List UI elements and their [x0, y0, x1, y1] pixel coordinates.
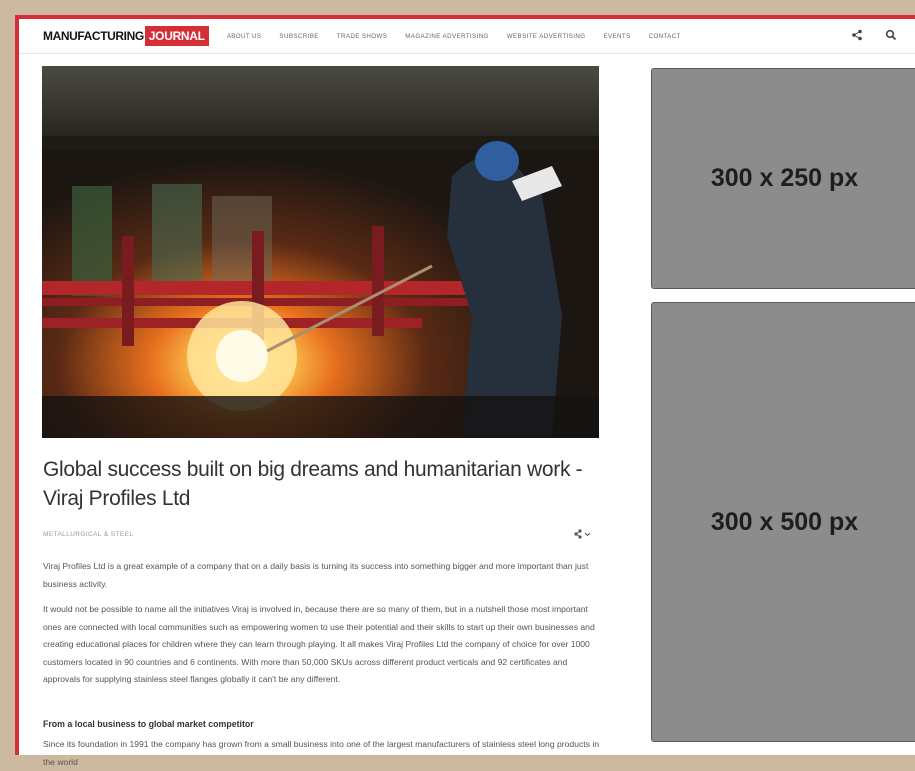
top-navbar: MANUFACTURING JOURNAL ABOUT US SUBSCRIBE…: [19, 19, 915, 54]
ad-size-label: 300 x 500 px: [710, 507, 859, 536]
nav-item-contact[interactable]: CONTACT: [649, 33, 681, 40]
search-icon[interactable]: [885, 29, 897, 41]
nav-item-about-us[interactable]: ABOUT US: [227, 33, 262, 40]
share-icon[interactable]: [851, 29, 863, 41]
page-frame: MANUFACTURING JOURNAL ABOUT US SUBSCRIBE…: [15, 15, 915, 767]
article-title: Global success built on big dreams and h…: [43, 458, 583, 510]
article-paragraph: Viraj Profiles Ltd is a great example of…: [43, 561, 589, 589]
nav-item-subscribe[interactable]: SUBSCRIBE: [279, 33, 318, 40]
nav-icons: [851, 29, 897, 41]
site-logo[interactable]: MANUFACTURING JOURNAL: [43, 25, 209, 47]
logo-text-manufacturing: MANUFACTURING: [43, 29, 144, 43]
article-paragraph: Since its foundation in 1991 the company…: [43, 739, 600, 767]
nav-item-magazine-advertising[interactable]: MAGAZINE ADVERTISING: [405, 33, 489, 40]
article-subheading: From a local business to global market c…: [43, 719, 254, 729]
ad-placeholder-300x250[interactable]: 300 x 250 px: [651, 68, 915, 289]
hero-image-steel-worker: [42, 66, 599, 438]
nav-item-website-advertising[interactable]: WEBSITE ADVERTISING: [507, 33, 586, 40]
article-share-icon[interactable]: [574, 529, 592, 539]
ad-placeholder-300x500[interactable]: 300 x 500 px: [651, 302, 915, 742]
logo-text-journal: JOURNAL: [144, 26, 209, 46]
nav-item-trade-shows[interactable]: TRADE SHOWS: [337, 33, 387, 40]
article-paragraph: It would not be possible to name all the…: [43, 604, 595, 684]
main-menu: ABOUT US SUBSCRIBE TRADE SHOWS MAGAZINE …: [227, 33, 699, 40]
ad-size-label: 300 x 250 px: [710, 164, 859, 192]
nav-item-events[interactable]: EVENTS: [603, 33, 630, 40]
article-category[interactable]: METALLURGICAL & STEEL: [43, 531, 133, 538]
